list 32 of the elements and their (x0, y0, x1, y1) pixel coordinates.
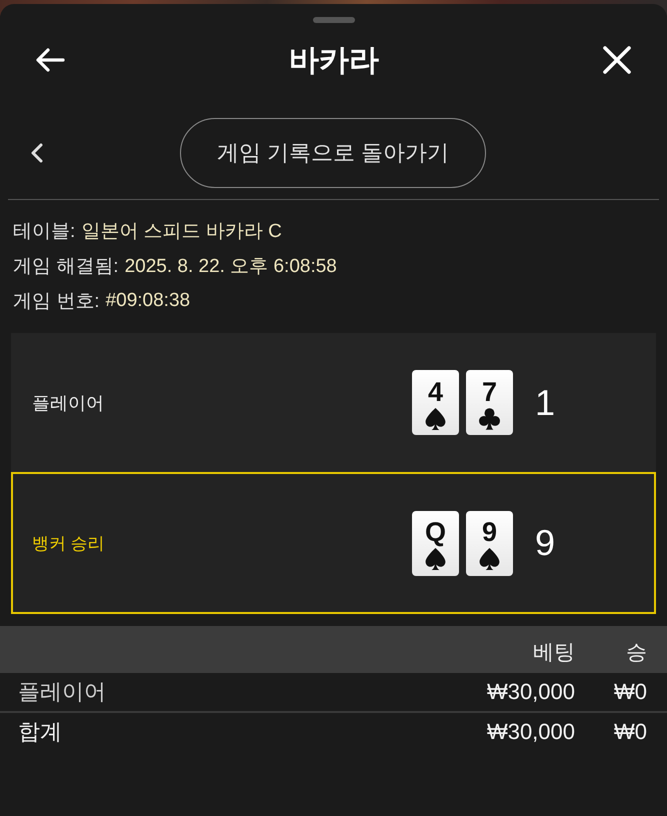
table-cell-text: 플레이어 (18, 678, 106, 706)
spade-icon (425, 408, 446, 430)
hand-score: 9 (535, 522, 556, 564)
table-cell: ₩0 (614, 679, 647, 705)
hand-label: 뱅커 승리 (32, 532, 105, 554)
table-cell: ₩0 (614, 719, 647, 745)
card-rank: Q (424, 518, 446, 546)
column-header: 베팅 (533, 640, 575, 666)
info-value: 일본어 스피드 바카라 C (81, 220, 282, 244)
info-label: 테이블: (13, 220, 76, 244)
spade-icon (425, 548, 446, 570)
total-label: 합계 (18, 718, 62, 746)
club-icon (479, 408, 500, 430)
column-header: 승 (626, 640, 647, 666)
table-cell: ₩30,000 (486, 719, 575, 745)
info-label: 게임 해결됨: (13, 254, 119, 278)
info-label: 게임 번호: (13, 290, 100, 314)
card-rank: 4 (428, 378, 444, 406)
info-value: 2025. 8. 22. 오후 6:08:58 (124, 254, 337, 278)
hand-score: 1 (535, 382, 556, 424)
sheet-title: 바카라 (289, 42, 379, 78)
card-rank: 9 (482, 518, 498, 546)
info-value: #09:08:38 (106, 290, 190, 312)
table-cell: ₩30,000 (486, 679, 575, 705)
chevron-left-icon[interactable] (30, 143, 43, 163)
card-rank: 7 (482, 378, 498, 406)
spade-icon (479, 548, 500, 570)
hand-label: 플레이어 (32, 392, 104, 414)
close-icon[interactable] (603, 46, 631, 74)
back-arrow-icon[interactable] (36, 48, 65, 72)
back-to-history-button[interactable]: 게임 기록으로 돌아가기 (180, 118, 486, 188)
drag-handle[interactable] (312, 17, 354, 23)
